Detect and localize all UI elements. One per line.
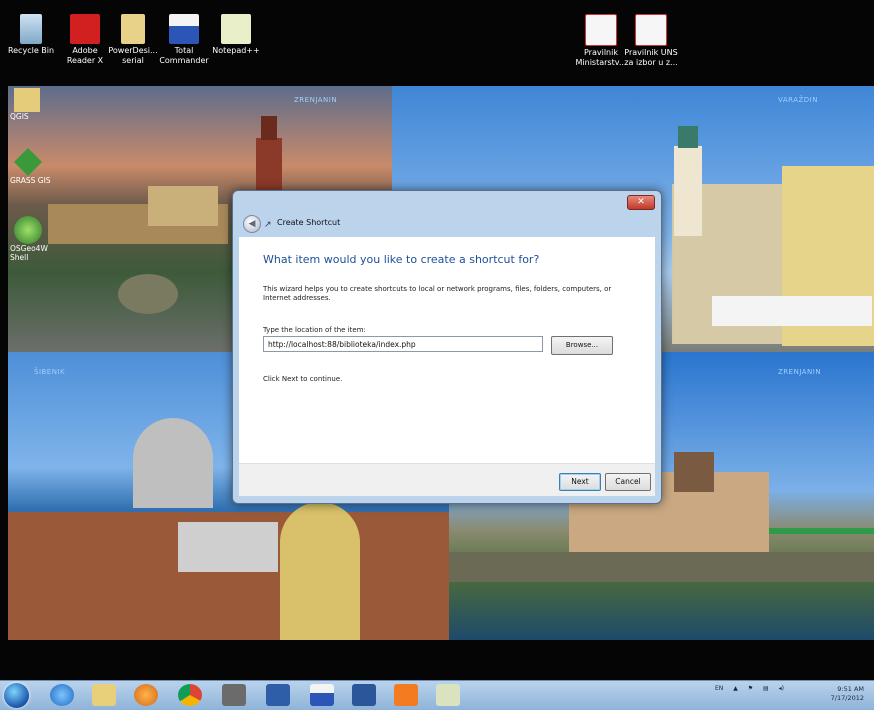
- media-player-icon[interactable]: [134, 684, 158, 706]
- dialog-footer: Next Cancel: [239, 463, 655, 496]
- icon-label: Recycle Bin: [7, 46, 55, 55]
- desktop-icon-osgeo4w[interactable]: OSGeo4W Shell: [10, 216, 72, 262]
- internet-explorer-icon[interactable]: [50, 684, 74, 706]
- next-hint: Click Next to continue.: [263, 375, 343, 383]
- dialog-heading: What item would you like to create a sho…: [263, 253, 540, 266]
- icon-label: PowerDesi... serial: [108, 46, 158, 65]
- desktop-icon-pravilnik-uns[interactable]: Pravilnik UNS za izbor u z...: [622, 14, 680, 68]
- icon-label: Notepad++: [212, 46, 260, 55]
- folder-icon: [14, 88, 40, 112]
- file-explorer-icon[interactable]: [92, 684, 116, 706]
- location-label: Type the location of the item:: [263, 326, 366, 334]
- system-tray: EN ▲ ⚑ ▤ ◂): [707, 685, 784, 692]
- wallpaper-label-zrenjanin-top: ZRENJANIN: [294, 96, 338, 104]
- osgeo-icon: [14, 216, 42, 244]
- pdf-icon: [585, 14, 617, 46]
- back-arrow-icon[interactable]: ◀: [243, 215, 261, 233]
- desktop-icon-powerdesigner[interactable]: PowerDesi... serial: [104, 14, 162, 66]
- cancel-button[interactable]: Cancel: [605, 473, 651, 491]
- desktop-icon-qgis[interactable]: QGIS: [10, 88, 72, 121]
- notepad-icon[interactable]: [436, 684, 460, 706]
- tray-expand-icon[interactable]: ▲: [733, 685, 738, 692]
- location-input[interactable]: [263, 336, 543, 352]
- taskbar: EN ▲ ⚑ ▤ ◂) 9:51 AM 7/17/2012: [0, 680, 874, 710]
- icon-label: Pravilnik UNS za izbor u z...: [624, 48, 678, 67]
- action-center-icon[interactable]: ⚑: [748, 685, 753, 692]
- start-button[interactable]: [4, 683, 29, 708]
- gimp-icon[interactable]: [222, 684, 246, 706]
- chrome-icon[interactable]: [178, 684, 202, 706]
- network-icon[interactable]: ▤: [763, 685, 769, 692]
- volume-icon[interactable]: ◂): [779, 685, 784, 692]
- dialog-description: This wizard helps you to create shortcut…: [263, 285, 612, 302]
- wallpaper-label-varazdin: VARAŽDIN: [778, 96, 818, 104]
- recycle-bin-icon: [20, 14, 42, 44]
- xampp-icon[interactable]: [394, 684, 418, 706]
- next-button[interactable]: Next: [559, 473, 601, 491]
- notepad-icon: [221, 14, 251, 44]
- dialog-header: ◀ ↗ Create Shortcut: [239, 213, 655, 237]
- folder-icon: [121, 14, 145, 44]
- paint-icon[interactable]: [266, 684, 290, 706]
- icon-label: QGIS: [10, 112, 29, 121]
- desktop-icon-recycle-bin[interactable]: Recycle Bin: [2, 14, 60, 56]
- create-shortcut-dialog: ✕ ◀ ↗ Create Shortcut What item would yo…: [232, 190, 662, 504]
- icon-label: Total Commander: [159, 46, 209, 65]
- dialog-body: What item would you like to create a sho…: [239, 237, 655, 463]
- close-button[interactable]: ✕: [627, 195, 655, 210]
- word-icon[interactable]: [352, 684, 376, 706]
- clock-time: 9:51 AM: [837, 685, 864, 693]
- browse-button[interactable]: Browse...: [551, 336, 613, 355]
- desktop-icon-grass-gis[interactable]: GRASS GIS: [10, 148, 72, 185]
- wallpaper-label-zrenjanin-bottom: ZRENJANIN: [778, 368, 822, 376]
- grass-gis-icon: [14, 148, 42, 176]
- desktop: ZRENJANIN VARAŽDIN ŠIBENIK ZRENJANIN Rec…: [0, 0, 874, 680]
- desktop-icon-total-commander[interactable]: Total Commander: [155, 14, 213, 66]
- clock[interactable]: 9:51 AM 7/17/2012: [831, 685, 864, 703]
- total-commander-icon[interactable]: [310, 684, 334, 706]
- icon-label: OSGeo4W Shell: [10, 244, 48, 262]
- wizard-icon: ↗: [264, 220, 272, 230]
- dialog-title: Create Shortcut: [277, 218, 341, 227]
- clock-date: 7/17/2012: [830, 694, 864, 702]
- adobe-reader-icon: [70, 14, 100, 44]
- icon-label: GRASS GIS: [10, 176, 51, 185]
- pdf-icon: [635, 14, 667, 46]
- language-indicator[interactable]: EN: [715, 685, 723, 692]
- wallpaper-label-sibenik: ŠIBENIK: [34, 368, 66, 376]
- desktop-icon-notepad-plus[interactable]: Notepad++: [207, 14, 265, 56]
- floppy-disk-icon: [169, 14, 199, 44]
